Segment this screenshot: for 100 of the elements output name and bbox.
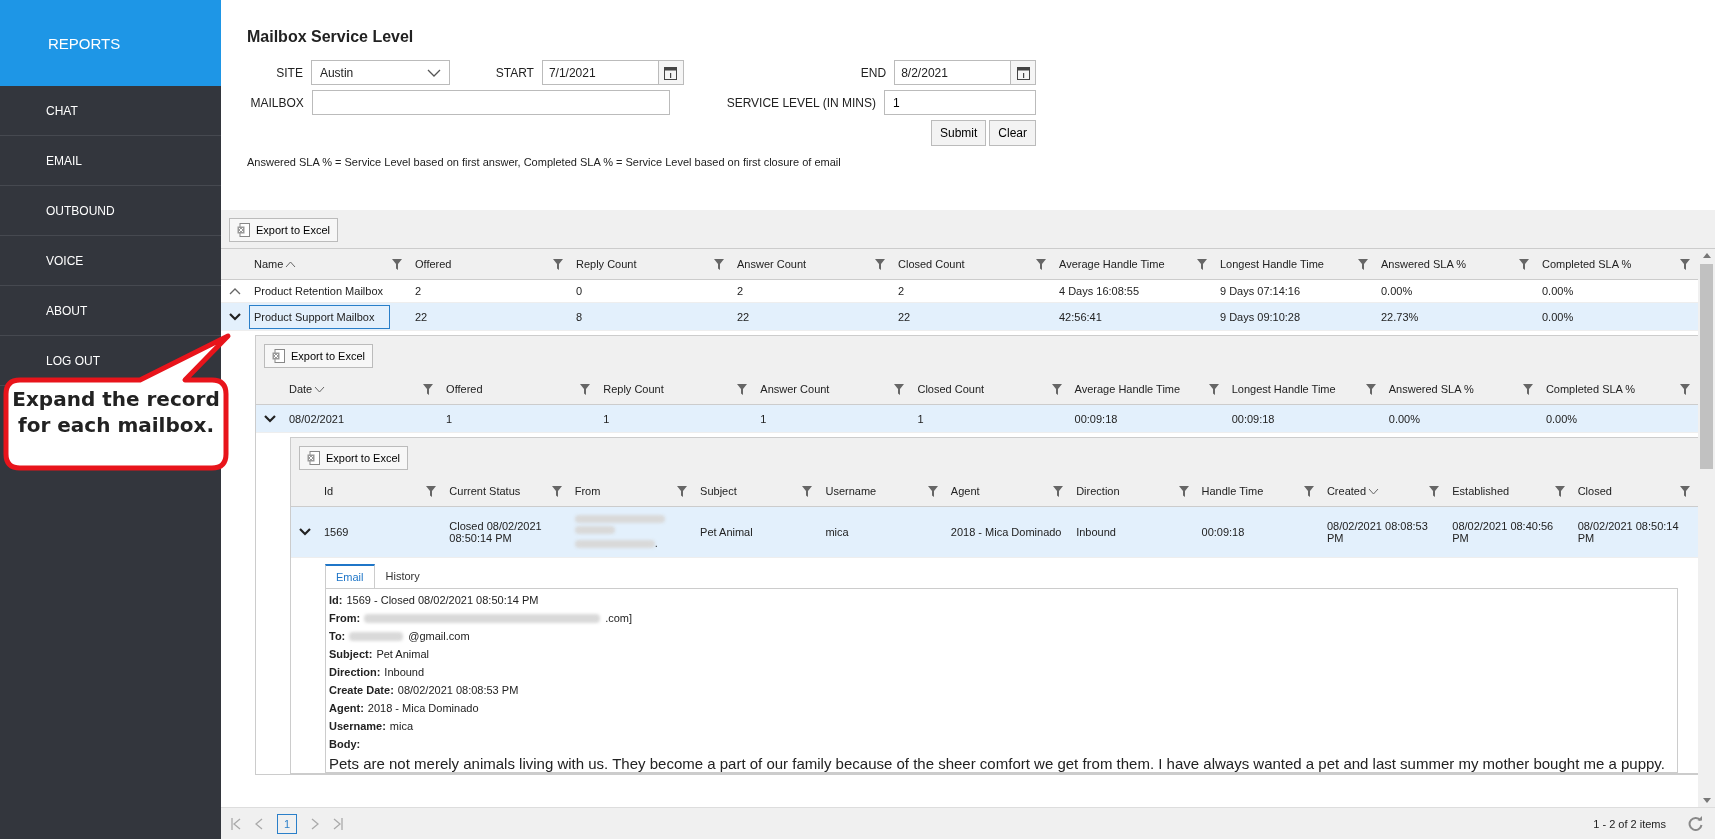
column-header[interactable]: Reply Count — [598, 383, 756, 395]
filter-icon[interactable] — [392, 258, 402, 270]
sla-note: Answered SLA % = Service Level based on first answer, Completed SLA % = Service Level based on first closure of email — [247, 156, 842, 168]
filter-icon[interactable] — [1197, 258, 1207, 270]
table-cell-text: 9 Days 07:14:16 — [1219, 285, 1302, 297]
filter-icon[interactable] — [927, 485, 938, 497]
table-cell-text: 08/02/2021 — [288, 412, 346, 425]
field-value: @gmail.com — [408, 630, 470, 642]
page-number-button[interactable]: 1 — [277, 813, 298, 834]
field-value: 2018 - Mica Dominado — [367, 702, 479, 714]
filter-icon[interactable] — [1554, 485, 1565, 497]
field-label: Subject: — [329, 648, 373, 660]
filter-icon[interactable] — [1303, 485, 1314, 497]
filter-icon[interactable] — [677, 485, 688, 497]
filter-icon[interactable] — [714, 258, 724, 270]
redacted-text — [574, 526, 615, 534]
sidebar-item[interactable]: CHAT — [0, 86, 221, 136]
column-header[interactable]: Name — [249, 258, 410, 270]
table-cell-text: Pet Animal — [699, 526, 754, 538]
column-header[interactable]: Average Handle Time — [1054, 258, 1215, 270]
column-header[interactable]: Direction — [1071, 485, 1197, 497]
filter-icon[interactable] — [553, 258, 563, 270]
mailbox-input[interactable] — [311, 90, 671, 115]
column-header[interactable]: Longest Handle Time — [1215, 258, 1376, 270]
column-header[interactable]: Offered — [410, 258, 571, 270]
refresh-icon[interactable] — [1688, 816, 1703, 831]
column-header[interactable]: Date — [284, 383, 442, 395]
chevron-up-icon[interactable] — [229, 287, 241, 295]
column-header[interactable]: Username — [820, 485, 946, 497]
column-header[interactable]: Created — [1321, 485, 1448, 497]
filter-icon[interactable] — [1051, 383, 1062, 395]
column-header[interactable]: Agent — [945, 485, 1072, 497]
column-header[interactable]: Average Handle Time — [1069, 383, 1227, 395]
service-level-input[interactable]: 1 — [884, 90, 1036, 115]
sidebar-item[interactable]: EMAIL — [0, 136, 221, 186]
filter-icon[interactable] — [580, 383, 591, 395]
table-cell: Product Support Mailbox — [249, 304, 390, 329]
chevron-down-icon[interactable] — [264, 414, 276, 423]
filter-icon[interactable] — [737, 383, 748, 395]
start-date-field[interactable]: 7/1/2021 — [541, 60, 684, 85]
filter-icon[interactable] — [875, 258, 885, 270]
column-header[interactable]: Answer Count — [755, 383, 913, 395]
tab[interactable]: History — [374, 564, 431, 588]
export-button[interactable]: Export to Excel — [299, 446, 408, 470]
column-header[interactable]: Completed SLA % — [1540, 383, 1698, 395]
column-header[interactable]: Completed SLA % — [1537, 258, 1698, 270]
filter-icon[interactable] — [1208, 383, 1219, 395]
column-header[interactable]: Closed — [1572, 485, 1698, 497]
clear-button[interactable]: Clear — [989, 120, 1036, 146]
table-cell-text: 08/02/2021 08:40:56 PM — [1451, 520, 1555, 544]
filter-icon[interactable] — [423, 383, 434, 395]
field-label: To: — [329, 630, 346, 642]
field-label: Body: — [329, 738, 361, 750]
pager-info: 1 - 2 of 2 items — [1593, 817, 1666, 830]
column-header[interactable]: Longest Handle Time — [1226, 383, 1384, 395]
column-header[interactable]: Closed Count — [893, 258, 1054, 270]
submit-button[interactable]: Submit — [930, 120, 987, 146]
field-label: START — [494, 65, 534, 80]
site-dropdown[interactable]: Austin — [310, 60, 451, 85]
field-value: Inbound — [384, 666, 425, 678]
filter-icon[interactable] — [1429, 485, 1440, 497]
filter-icon[interactable] — [894, 383, 905, 395]
column-header[interactable]: Id — [319, 485, 445, 497]
chevron-down-icon[interactable] — [229, 312, 241, 321]
filter-icon[interactable] — [1365, 383, 1376, 395]
column-header[interactable]: Offered — [441, 383, 599, 395]
table-cell-text: 0.00% — [1541, 285, 1575, 297]
filter-icon[interactable] — [426, 485, 437, 497]
filter-icon[interactable] — [1519, 258, 1529, 270]
chevron-down-icon[interactable] — [299, 528, 311, 536]
column-header[interactable]: Established — [1447, 485, 1573, 497]
filter-icon[interactable] — [1680, 258, 1690, 270]
column-header[interactable]: Answer Count — [732, 258, 893, 270]
column-header[interactable]: Closed Count — [912, 383, 1070, 395]
column-header[interactable]: Answered SLA % — [1376, 258, 1537, 270]
column-header[interactable]: Subject — [695, 485, 821, 497]
export-button[interactable]: Export to Excel — [229, 218, 338, 242]
filter-icon[interactable] — [802, 485, 813, 497]
filter-icon[interactable] — [1358, 258, 1368, 270]
filter-icon[interactable] — [1680, 485, 1690, 497]
table-cell-text: 1 — [445, 412, 454, 425]
column-header[interactable]: From — [569, 485, 696, 497]
column-header[interactable]: Handle Time — [1196, 485, 1322, 497]
end-date-field[interactable]: 8/2/2021 — [894, 60, 1036, 85]
filter-icon[interactable] — [1680, 383, 1690, 395]
filter-icon[interactable] — [1053, 485, 1064, 497]
column-header[interactable]: Answered SLA % — [1383, 383, 1541, 395]
filter-icon[interactable] — [551, 485, 562, 497]
scrollbar[interactable] — [1698, 249, 1715, 807]
field-label: Direction: — [329, 666, 381, 678]
column-header[interactable]: Current Status — [444, 485, 570, 497]
filter-icon[interactable] — [1522, 383, 1533, 395]
filter-icon[interactable] — [1178, 485, 1189, 497]
field-label: From: — [329, 612, 361, 624]
column-header[interactable]: Reply Count — [571, 258, 732, 270]
tab[interactable]: Email — [325, 564, 375, 588]
spreadsheet-icon — [272, 349, 285, 363]
page-title: Mailbox Service Level — [247, 28, 415, 46]
export-button[interactable]: Export to Excel — [264, 344, 373, 368]
filter-icon[interactable] — [1036, 258, 1046, 270]
